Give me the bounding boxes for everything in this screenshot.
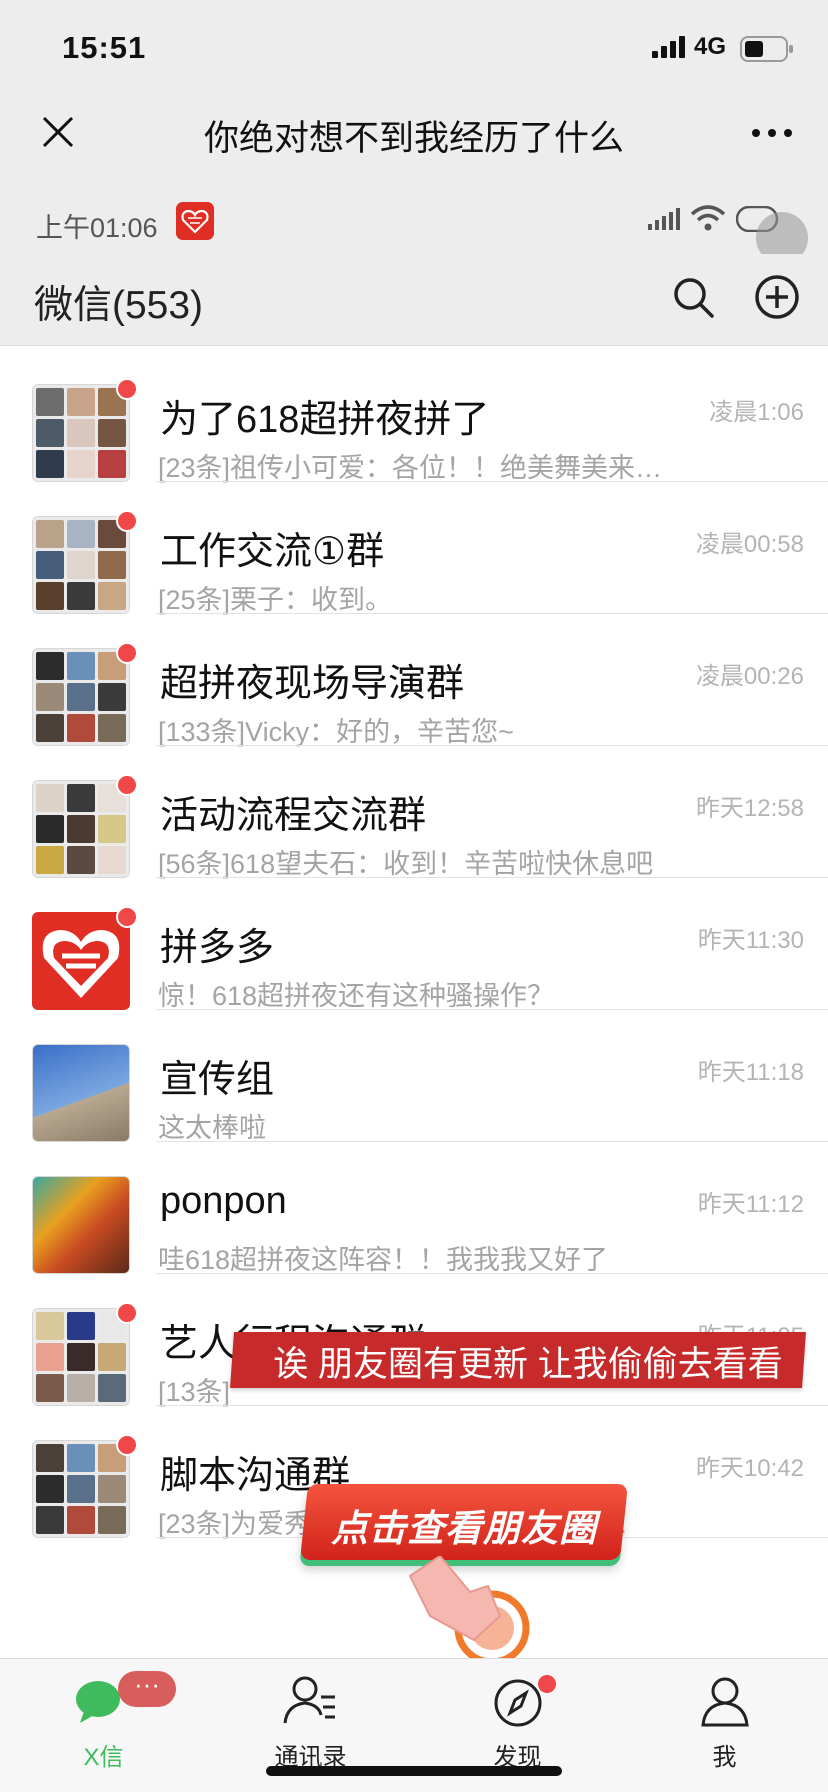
chat-time: 昨天11:12: [697, 1191, 804, 1218]
add-circle-icon[interactable]: [754, 274, 800, 320]
chat-name: 活动流程交流群: [160, 795, 427, 837]
pinduoduo-icon: [176, 202, 214, 240]
chat-avatar: [32, 780, 130, 878]
chat-preview-text: [56条]618望夫石：收到！辛苦啦快休息吧: [158, 849, 654, 879]
chat-name: 工作交流①群: [160, 531, 385, 573]
chat-row[interactable]: 宣传组 昨天11:18 这太棒啦: [0, 1010, 828, 1145]
chat-name: ponpon: [160, 1180, 287, 1222]
inner-signal-icon: [648, 208, 680, 230]
unread-dot: [116, 774, 138, 796]
unread-dot: [116, 642, 138, 664]
person-icon: [701, 1677, 749, 1727]
chat-avatar: [32, 912, 130, 1010]
chat-row[interactable]: 为了618超拼夜拼了 凌晨1:06 [23条]祖传小可爱：各位！！绝美舞美来了…: [0, 350, 828, 485]
chat-name: 拼多多: [160, 927, 275, 969]
chat-preview: [56条]618望夫石：收到！辛苦啦快休息吧: [158, 842, 678, 881]
more-options-icon[interactable]: [748, 118, 796, 148]
chat-row[interactable]: 超拼夜现场导演群 凌晨00:26 [133条]Vicky：好的，辛苦您~: [0, 614, 828, 749]
tab-chats[interactable]: ··· X信: [0, 1659, 207, 1792]
chat-row[interactable]: ponpon 昨天11:12 哇618超拼夜这阵容！！我我我又好了: [0, 1142, 828, 1277]
chat-avatar: [32, 1044, 130, 1142]
battery-icon: [740, 36, 793, 62]
unread-dot: [116, 906, 138, 928]
chat-time: 昨天10:42: [695, 1455, 804, 1482]
unread-dot: [116, 1302, 138, 1324]
chat-avatar: [32, 648, 130, 746]
cellular-signal-icon: [652, 36, 685, 58]
chat-preview: [25条]栗子：收到。: [158, 578, 678, 617]
wifi-icon: [690, 205, 726, 231]
tab-label: X信: [83, 1744, 124, 1771]
chat-preview: 哇618超拼夜这阵容！！我我我又好了: [158, 1238, 678, 1277]
chat-avatar: [32, 1176, 130, 1274]
app-header: 微信(553): [0, 254, 828, 346]
unread-dot: [116, 378, 138, 400]
chat-preview-text: [23条]为爱秀: [158, 1509, 312, 1539]
tab-label: 我: [712, 1744, 737, 1771]
app-title: 微信(553): [34, 284, 204, 327]
pinduoduo-logo-icon: [42, 930, 120, 998]
chat-avatar: [32, 1440, 130, 1538]
chat-row[interactable]: 活动流程交流群 昨天12:58 [56条]618望夫石：收到！辛苦啦快休息吧: [0, 746, 828, 881]
chat-time: 凌晨1:06: [709, 399, 804, 426]
chat-name: 宣传组: [160, 1059, 275, 1101]
webview-header: 你绝对想不到我经历了什么: [0, 92, 828, 174]
chat-preview: [133条]Vicky：好的，辛苦您~: [158, 710, 678, 749]
inner-status-time: 上午01:06: [36, 213, 158, 243]
status-bar: 15:51 4G: [0, 0, 828, 92]
network-type: 4G: [694, 33, 727, 60]
chat-time: 凌晨00:26: [695, 663, 804, 690]
chat-preview-text: [133条]Vicky：好的，辛苦您~: [158, 717, 514, 747]
search-icon[interactable]: [670, 274, 716, 320]
chat-preview-text: 惊！618超拼夜还有这种骚操作？: [158, 981, 555, 1011]
discover-dot: [538, 1675, 556, 1693]
chat-name: 超拼夜现场导演群: [160, 663, 465, 705]
page-title: 你绝对想不到我经历了什么: [203, 119, 624, 158]
view-moments-button-label[interactable]: 点击查看朋友圈: [304, 1498, 624, 1552]
home-indicator: [266, 1766, 562, 1776]
chat-row[interactable]: 拼多多 昨天11:30 惊！618超拼夜还有这种骚操作？: [0, 878, 828, 1013]
chat-preview-text: [23条]祖传小可爱：各位！！绝美舞美来了…: [158, 453, 678, 483]
chat-time: 昨天11:30: [697, 927, 804, 954]
chat-preview: 这太棒啦: [158, 1106, 678, 1145]
chat-avatar: [32, 516, 130, 614]
chat-avatar: [32, 1308, 130, 1406]
promo-banner-text: 诶 朋友圈有更新 让我偷偷去看看: [273, 1345, 783, 1384]
chat-preview-text: [13条]: [158, 1377, 231, 1407]
chat-time: 昨天11:18: [697, 1059, 804, 1086]
chat-preview: 惊！618超拼夜还有这种骚操作？: [158, 974, 678, 1013]
chat-name: 为了618超拼夜拼了: [160, 399, 490, 441]
chat-preview: [23条]祖传小可爱：各位！！绝美舞美来了…: [158, 446, 678, 485]
chat-time: 昨天12:58: [695, 795, 804, 822]
unread-dot: [116, 1434, 138, 1456]
tab-me[interactable]: 我: [621, 1659, 828, 1792]
close-icon[interactable]: [38, 112, 78, 152]
chat-preview-text: 这太棒啦: [158, 1113, 266, 1143]
inner-status-bar: 上午01:06: [0, 174, 828, 254]
unread-dot: [116, 510, 138, 532]
chat-time: 凌晨00:58: [695, 531, 804, 558]
unread-badge: ···: [118, 1671, 176, 1707]
chat-preview-text: [25条]栗子：收到。: [158, 585, 393, 615]
chat-preview-text: 哇618超拼夜这阵容！！我我我又好了: [158, 1245, 609, 1275]
chat-avatar: [32, 384, 130, 482]
contacts-icon: [283, 1676, 335, 1724]
status-time: 15:51: [62, 30, 147, 65]
chat-row[interactable]: 工作交流①群 凌晨00:58 [25条]栗子：收到。: [0, 482, 828, 617]
